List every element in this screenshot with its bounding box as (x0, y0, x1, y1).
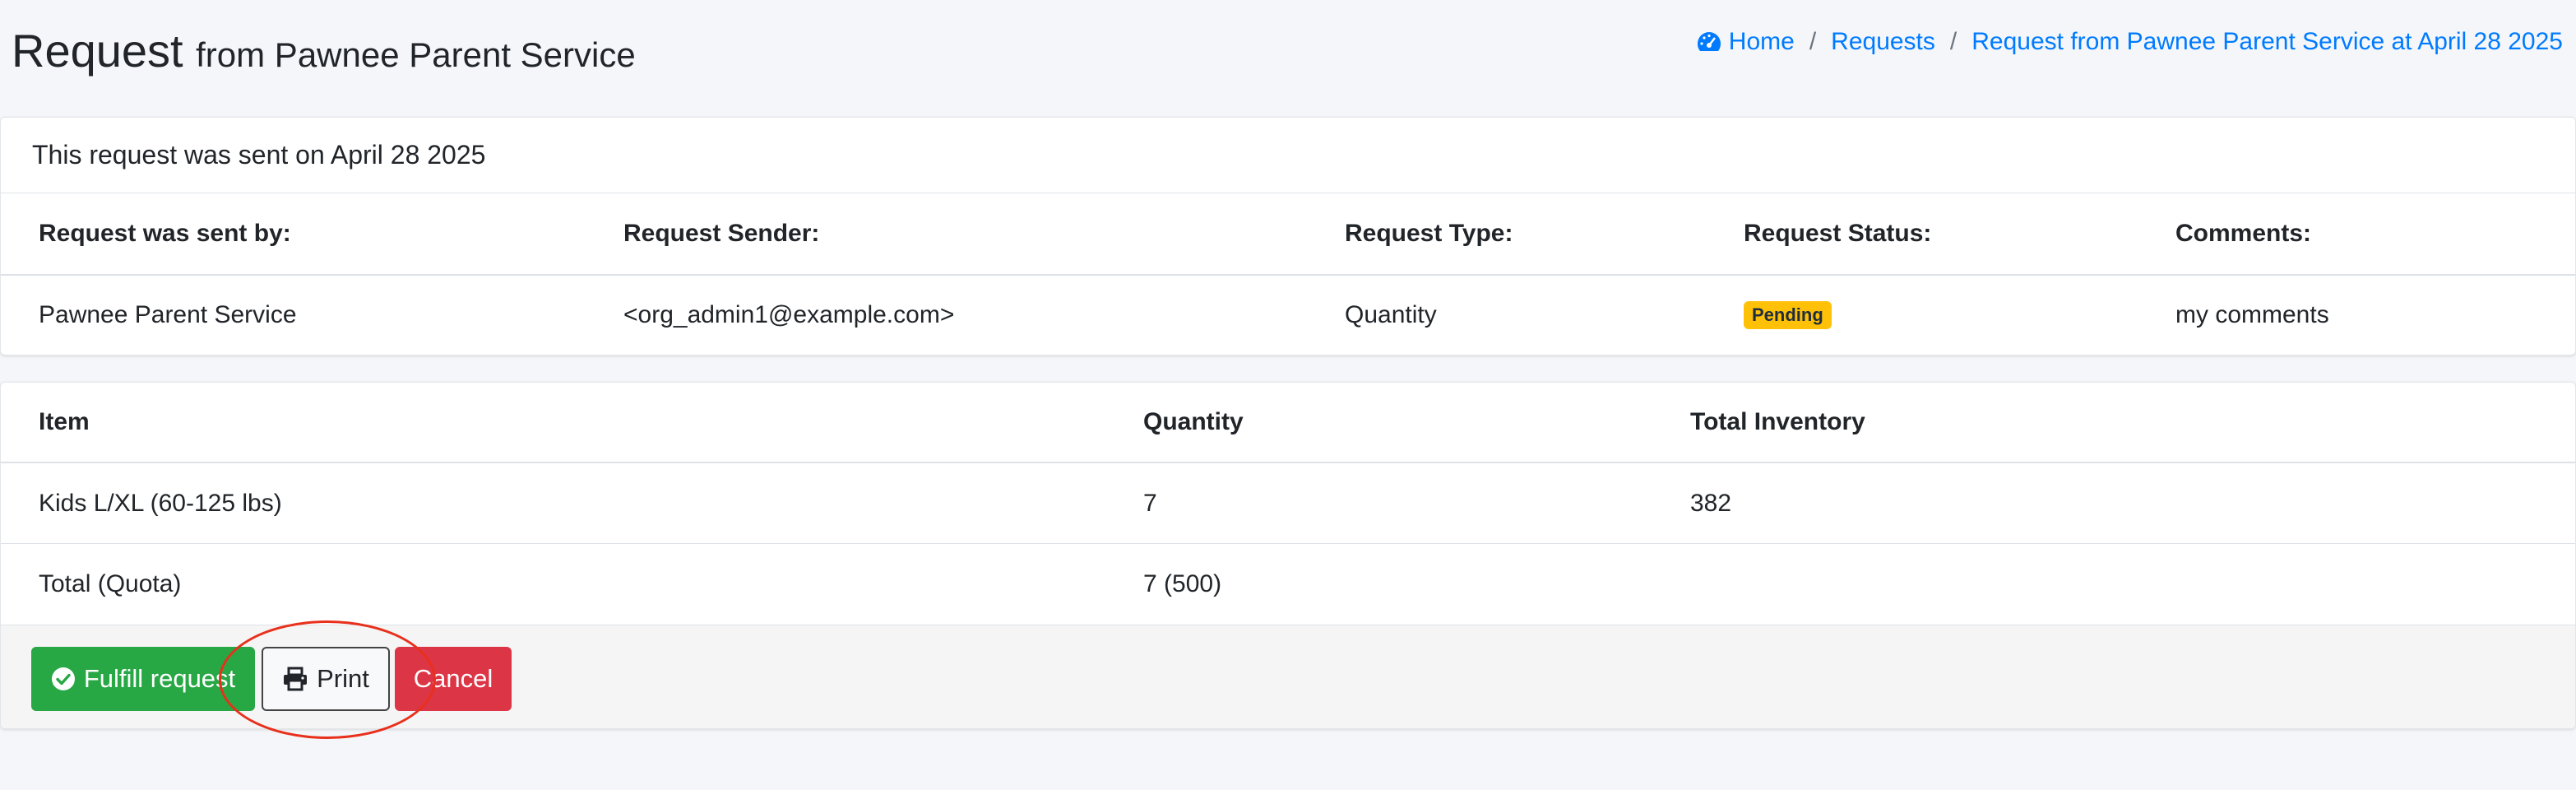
cancel-label: Cancel (413, 664, 493, 693)
comments-value: my comments (2175, 301, 2329, 328)
content-header: Request from Pawnee Parent Service Home … (0, 0, 2576, 115)
breadcrumb-requests[interactable]: Requests (1831, 28, 1935, 56)
print-button[interactable]: Print (262, 647, 390, 711)
breadcrumb-home-label: Home (1728, 28, 1795, 55)
status-badge: Pending (1744, 301, 1832, 329)
header-item: Item (39, 408, 90, 435)
breadcrumb-separator: / (1949, 28, 1957, 55)
status-cell: Pending (1744, 276, 1832, 355)
breadcrumb: Home / Requests / Request from Pawnee Pa… (1696, 28, 2563, 56)
header-status: Request Status: (1744, 220, 1932, 247)
cancel-button[interactable]: Cancel (395, 647, 512, 711)
header-sent-by: Request was sent by: (39, 220, 291, 247)
page-title-main: Request (12, 25, 183, 77)
sender-value: <org_admin1@example.com> (623, 301, 955, 328)
fulfill-request-label: Fulfill request (83, 664, 236, 693)
summary-table-header: Request was sent by: Request Sender: Req… (1, 193, 2575, 276)
request-sent-date: This request was sent on April 28 2025 (1, 118, 2575, 193)
breadcrumb-current-request[interactable]: Request from Pawnee Parent Service at Ap… (1971, 28, 2563, 56)
item-quantity: 7 (1143, 489, 1157, 517)
page-title: Request from Pawnee Parent Service (12, 23, 636, 78)
page-title-sub: from Pawnee Parent Service (196, 35, 636, 74)
header-quantity: Quantity (1143, 408, 1244, 435)
fulfill-request-button[interactable]: Fulfill request (31, 647, 255, 711)
item-total-inventory: 382 (1690, 489, 1732, 517)
header-total-inventory: Total Inventory (1690, 408, 1865, 435)
summary-table-row: Pawnee Parent Service <org_admin1@exampl… (1, 276, 2575, 355)
sent-by-value: Pawnee Parent Service (39, 301, 297, 328)
type-value: Quantity (1345, 301, 1437, 328)
breadcrumb-home[interactable]: Home (1696, 28, 1795, 56)
breadcrumb-separator: / (1809, 28, 1817, 55)
request-summary-card: This request was sent on April 28 2025 R… (0, 117, 2576, 356)
table-row: Kids L/XL (60-125 lbs) 7 382 (1, 463, 2575, 544)
check-circle-icon (51, 667, 75, 690)
print-icon (284, 667, 308, 691)
tachometer-icon (1697, 32, 1721, 51)
header-sender: Request Sender: (623, 220, 820, 247)
header-type: Request Type: (1345, 220, 1513, 247)
header-comments: Comments: (2175, 220, 2312, 247)
items-table-header: Item Quantity Total Inventory (1, 383, 2575, 463)
table-row-total: Total (Quota) 7 (500) (1, 544, 2575, 625)
total-label: Total (Quota) (39, 570, 182, 597)
item-name: Kids L/XL (60-125 lbs) (39, 489, 282, 517)
total-quantity: 7 (500) (1143, 570, 1222, 597)
print-label: Print (317, 664, 369, 693)
